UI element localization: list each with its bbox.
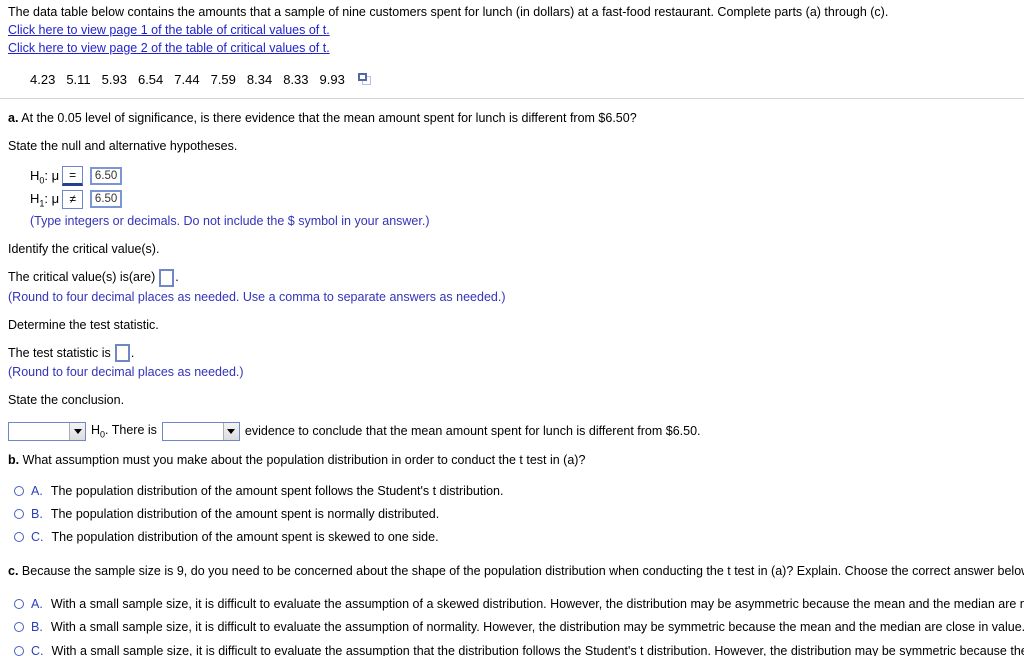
copy-icon-front-sheet [357, 73, 367, 82]
null-hypothesis-row: H0: μ = 6.50 [30, 166, 1016, 187]
section-divider [0, 98, 1024, 100]
conclusion-evidence-dropdown[interactable] [161, 422, 240, 442]
determine-statistic-label: Determine the test statistic. [8, 317, 159, 332]
chevron-down-icon[interactable] [222, 423, 239, 441]
data-value: 5.11 [66, 71, 91, 87]
data-value: 8.33 [283, 71, 309, 87]
state-conclusion-label: State the conclusion. [8, 393, 125, 408]
h0-label: H0: μ [30, 167, 60, 186]
conclusion-evidence-value [163, 423, 223, 440]
data-value: 5.93 [101, 71, 127, 87]
option-text: The population distribution of the amoun… [50, 484, 504, 499]
hypotheses-type-note: (Type integers or decimals. Do not inclu… [30, 213, 430, 228]
link-critical-values-page1[interactable]: Click here to view page 1 of the table o… [8, 23, 330, 37]
part-b-option-b[interactable]: B. The population distribution of the am… [8, 506, 1016, 523]
part-b-option-a[interactable]: A. The population distribution of the am… [8, 483, 1016, 500]
critical-value-note: (Round to four decimal places as needed.… [8, 289, 506, 304]
h1-label: H1: μ [30, 190, 60, 209]
exercise-page: The data table below contains the amount… [0, 0, 1024, 656]
data-value: 4.23 [30, 71, 56, 87]
radio-button[interactable] [14, 531, 24, 542]
critical-value-input[interactable] [159, 268, 175, 287]
test-statistic-note: (Round to four decimal places as needed.… [8, 365, 244, 380]
radio-button[interactable] [14, 508, 24, 519]
part-b-prefix: b. [8, 453, 20, 468]
part-c-question-text: Because the sample size is 9, do you nee… [21, 563, 1024, 578]
option-text-line1: With a small sample size, it is difficul… [51, 644, 1024, 656]
h0-value-input[interactable]: 6.50 [90, 167, 123, 186]
part-b-option-c[interactable]: C. The population distribution of the am… [8, 529, 1016, 546]
part-a-question-text: At the 0.05 level of significance, is th… [21, 111, 637, 126]
radio-button[interactable] [14, 646, 24, 656]
copy-icon[interactable] [357, 73, 371, 86]
h1-value-input[interactable]: 6.50 [90, 190, 123, 209]
critical-value-row: The critical value(s) is(are) . [8, 268, 1016, 287]
alternative-hypothesis-row: H1: μ ≠ 6.50 [30, 189, 1016, 210]
option-letter: A. [31, 596, 43, 611]
part-c-option-c[interactable]: C. With a small sample size, it is diffi… [8, 643, 1024, 656]
critical-value-prefix: The critical value(s) is(are) [8, 270, 156, 285]
data-value: 7.59 [210, 71, 236, 87]
intro-text: The data table below contains the amount… [8, 5, 889, 19]
conclusion-middle-text: H0. There is [91, 423, 157, 440]
radio-button[interactable] [14, 486, 24, 497]
option-letter: C. [31, 644, 44, 656]
data-table-row: 4.23 5.11 5.93 6.54 7.44 7.59 8.34 8.33 … [30, 71, 1024, 89]
test-statistic-suffix: . [130, 345, 135, 360]
identify-critical-label: Identify the critical value(s). [8, 241, 160, 256]
test-statistic-prefix: The test statistic is [8, 345, 111, 360]
data-value: 9.93 [319, 71, 345, 87]
state-hypotheses-label: State the null and alternative hypothese… [8, 139, 238, 154]
part-c-question: c. Because the sample size is 9, do you … [8, 563, 1024, 580]
critical-value-suffix: . [175, 270, 179, 285]
part-b-question: b. What assumption must you make about t… [8, 452, 1016, 469]
part-c-prefix: c. [8, 563, 19, 578]
part-c-options: A. With a small sample size, it is diffi… [8, 596, 1024, 656]
chevron-down-icon[interactable] [69, 423, 85, 441]
data-value: 8.34 [246, 71, 273, 87]
radio-button[interactable] [14, 622, 24, 633]
option-text: With a small sample size, it is difficul… [50, 620, 1024, 635]
option-letter: B. [31, 620, 43, 635]
part-a-prefix: a. [8, 111, 19, 126]
option-letter: B. [31, 506, 43, 521]
test-statistic-row: The test statistic is . [8, 344, 1016, 363]
h0-operator-select[interactable]: = [62, 166, 84, 187]
part-a-question: a. At the 0.05 level of significance, is… [8, 110, 1016, 127]
conclusion-reject-dropdown[interactable] [8, 422, 86, 442]
conclusion-row: H0. There is evidence to conclude that t… [8, 422, 1016, 442]
h1-operator-select[interactable]: ≠ [62, 189, 84, 209]
hypotheses-block: H0: μ = 6.50 H1: μ ≠ 6.50 (Type integers… [30, 166, 1016, 230]
data-value: 7.44 [174, 71, 200, 87]
part-b-options: A. The population distribution of the am… [8, 483, 1016, 546]
option-text: The population distribution of the amoun… [51, 529, 439, 544]
conclusion-reject-value [9, 423, 69, 440]
test-statistic-input[interactable] [114, 344, 130, 363]
link-critical-values-page2[interactable]: Click here to view page 2 of the table o… [8, 41, 330, 55]
critical-values-links: Click here to view page 1 of the table o… [8, 22, 1016, 39]
option-letter: C. [31, 529, 44, 544]
part-b-question-text: What assumption must you make about the … [22, 453, 586, 468]
data-value: 6.54 [137, 71, 164, 87]
part-c-option-a[interactable]: A. With a small sample size, it is diffi… [8, 596, 1024, 613]
option-text-block: With a small sample size, it is difficul… [52, 643, 1024, 656]
question-body: a. At the 0.05 level of significance, is… [0, 110, 1024, 656]
option-letter: A. [31, 484, 43, 499]
header-block: The data table below contains the amount… [0, 0, 1024, 57]
conclusion-tail-text: evidence to conclude that the mean amoun… [244, 424, 701, 439]
option-text: The population distribution of the amoun… [50, 506, 440, 521]
radio-button[interactable] [14, 598, 24, 609]
option-text: With a small sample size, it is difficul… [50, 596, 1024, 611]
part-c-option-b[interactable]: B. With a small sample size, it is diffi… [8, 619, 1024, 636]
